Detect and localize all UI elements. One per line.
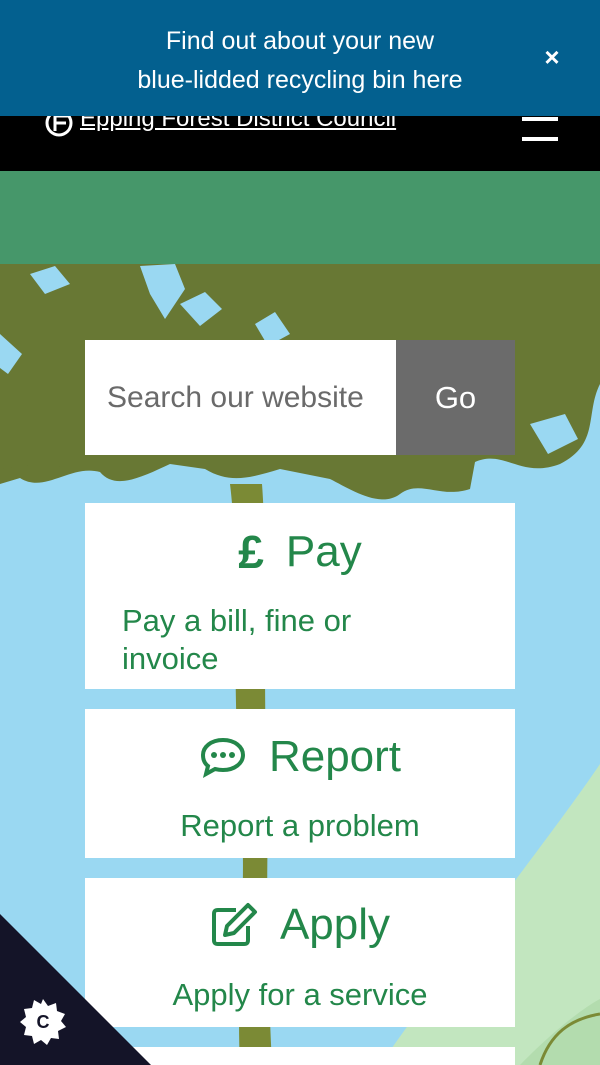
green-band — [0, 171, 600, 264]
pay-card-description: Pay a bill, fine or invoice — [122, 603, 352, 676]
notification-banner: Find out about your new blue-lidded recy… — [0, 0, 600, 116]
cookie-settings-button[interactable]: C — [0, 914, 151, 1065]
cookie-letter: C — [36, 1012, 50, 1032]
menu-bar-icon — [522, 137, 558, 141]
menu-button[interactable] — [519, 117, 561, 147]
go-button[interactable]: Go — [396, 340, 515, 455]
search-input[interactable] — [85, 340, 396, 455]
council-logo-icon — [45, 116, 73, 137]
banner-line-2: blue-lidded recycling bin here — [137, 66, 463, 94]
close-icon[interactable]: × — [538, 43, 566, 71]
speech-bubble-icon — [199, 736, 247, 779]
report-card-description: Report a problem — [180, 808, 420, 843]
edit-icon — [210, 902, 258, 948]
apply-card-title: Apply — [279, 900, 391, 950]
pay-card-heading: £ Pay — [85, 525, 515, 577]
site-header: Epping Forest District Council — [0, 116, 600, 171]
report-card[interactable]: Report Report a problem — [85, 709, 515, 858]
menu-bar-icon — [522, 117, 558, 121]
pay-card-title: Pay — [285, 527, 362, 577]
search-form: Go — [85, 340, 515, 455]
report-card-title: Report — [268, 732, 402, 782]
pay-card[interactable]: £ Pay Pay a bill, fine or invoice — [85, 503, 515, 689]
council-name-link[interactable]: Epping Forest District Council — [80, 116, 396, 134]
banner-link[interactable]: Find out about your new blue-lidded recy… — [60, 22, 540, 100]
cookie-corner-shape — [0, 914, 151, 1065]
report-card-heading: Report — [85, 730, 515, 782]
pound-icon: £ — [238, 526, 264, 579]
banner-line-1: Find out about your new — [165, 27, 435, 55]
